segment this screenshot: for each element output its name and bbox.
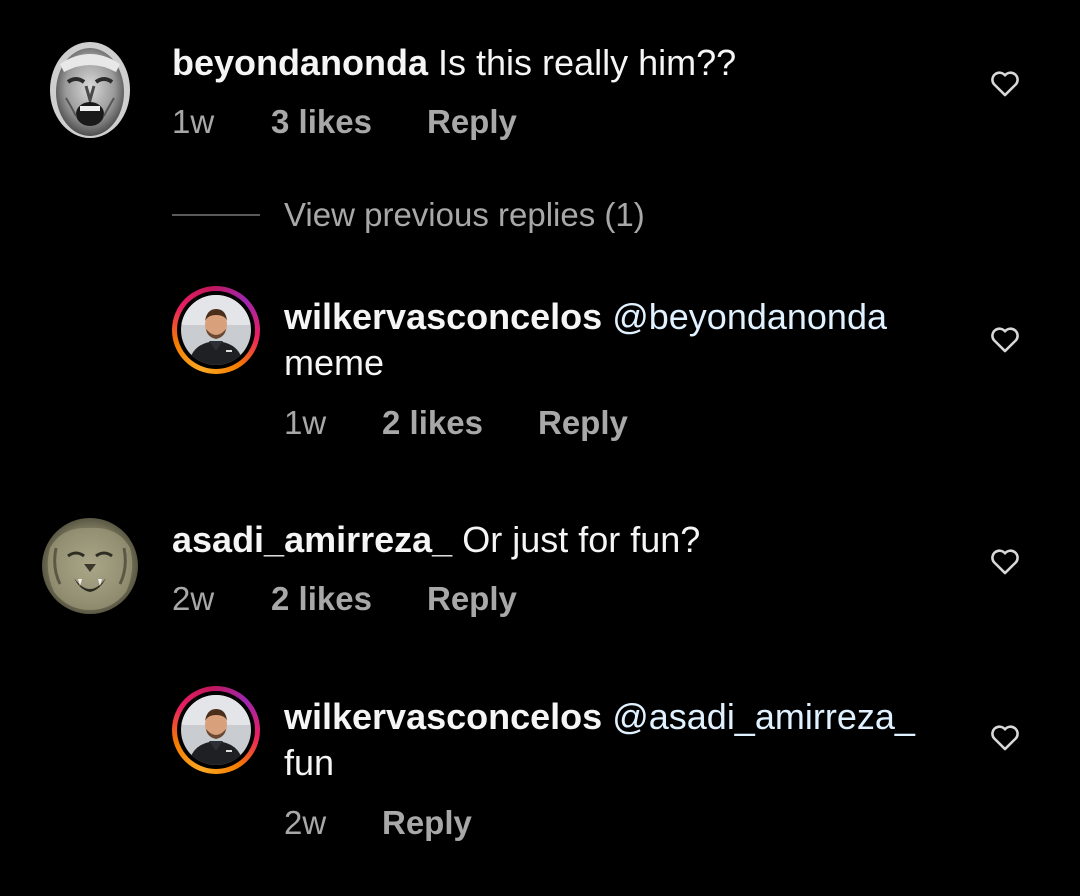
comment-body: Is this really him?? xyxy=(438,42,737,83)
reply-text: wilkervasconcelos @asadi_amirreza_ xyxy=(284,695,915,739)
likes-count-link[interactable]: 2 likes xyxy=(382,403,483,443)
reply-button[interactable]: Reply xyxy=(382,803,472,843)
comment-username[interactable]: beyondanonda xyxy=(172,42,428,83)
heart-outline-icon[interactable] xyxy=(988,720,1022,754)
reply-meta: 1w 2 likes Reply xyxy=(284,403,784,443)
comment-username[interactable]: asadi_amirreza_ xyxy=(172,519,452,560)
heart-outline-icon[interactable] xyxy=(988,66,1022,100)
heart-outline-icon[interactable] xyxy=(988,544,1022,578)
reply-time: 2w xyxy=(284,804,327,841)
reply-body: meme xyxy=(284,342,385,383)
story-ring xyxy=(177,691,255,769)
avatar-photo xyxy=(181,695,251,765)
comment-time: 1w xyxy=(172,103,215,140)
mention-link[interactable]: @beyondanonda xyxy=(612,296,887,337)
story-ring xyxy=(177,291,255,369)
reply-meta: 2w Reply xyxy=(284,803,784,843)
avatar-photo xyxy=(181,295,251,365)
reply-username[interactable]: wilkervasconcelos xyxy=(284,696,602,737)
comment-body: Or just for fun? xyxy=(462,519,701,560)
comment-text: asadi_amirreza_ Or just for fun? xyxy=(172,518,700,562)
divider-line xyxy=(172,214,260,216)
likes-count-link[interactable]: 2 likes xyxy=(271,579,372,619)
reply-button[interactable]: Reply xyxy=(427,102,517,142)
reply-button[interactable]: Reply xyxy=(538,403,628,443)
mention-link[interactable]: @asadi_amirreza_ xyxy=(612,696,915,737)
comment-meta: 1w 3 likes Reply xyxy=(172,102,672,142)
comment-text: beyondanonda Is this really him?? xyxy=(172,41,736,85)
avatar[interactable] xyxy=(172,286,260,374)
avatar[interactable] xyxy=(172,686,260,774)
reply-username[interactable]: wilkervasconcelos xyxy=(284,296,602,337)
reply-time: 1w xyxy=(284,404,327,441)
reply-body: fun xyxy=(284,742,335,783)
heart-outline-icon[interactable] xyxy=(988,322,1022,356)
comment-time: 2w xyxy=(172,580,215,617)
avatar[interactable] xyxy=(42,518,138,614)
view-previous-replies-label[interactable]: View previous replies (1) xyxy=(284,195,645,235)
comment-meta: 2w 2 likes Reply xyxy=(172,579,672,619)
reply-button[interactable]: Reply xyxy=(427,579,517,619)
likes-count-link[interactable]: 3 likes xyxy=(271,102,372,142)
avatar[interactable] xyxy=(50,42,130,138)
reply-text: wilkervasconcelos @beyondanonda xyxy=(284,295,887,339)
